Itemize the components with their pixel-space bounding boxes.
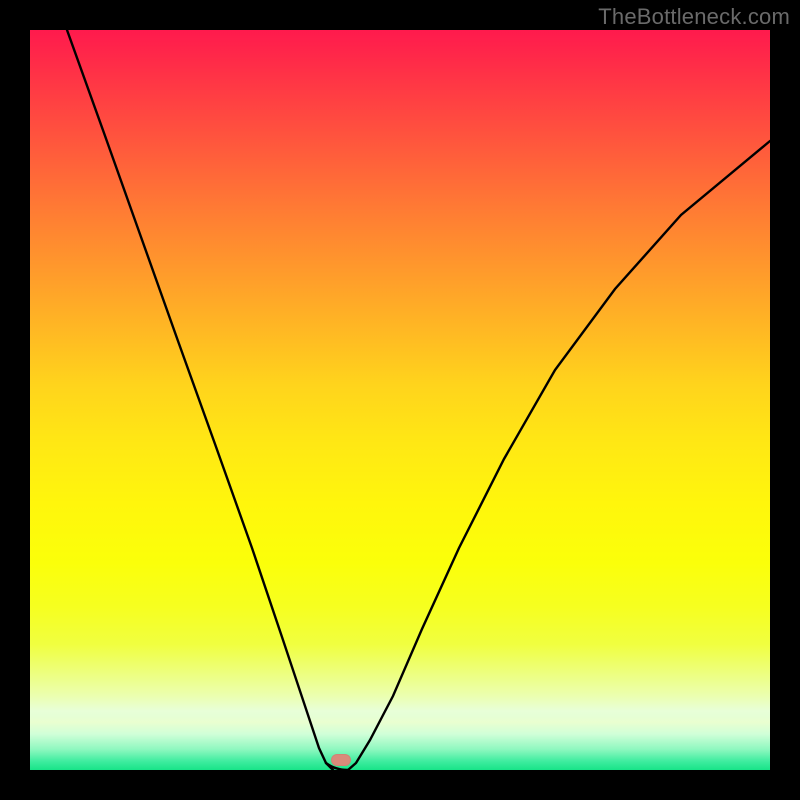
chart-frame: TheBottleneck.com	[0, 0, 800, 800]
watermark-text: TheBottleneck.com	[598, 4, 790, 30]
plot-area	[30, 30, 770, 770]
curve-right-branch	[348, 141, 770, 770]
curve-left-branch	[67, 30, 333, 770]
optimum-marker	[331, 754, 351, 766]
bottleneck-curve	[30, 30, 770, 770]
